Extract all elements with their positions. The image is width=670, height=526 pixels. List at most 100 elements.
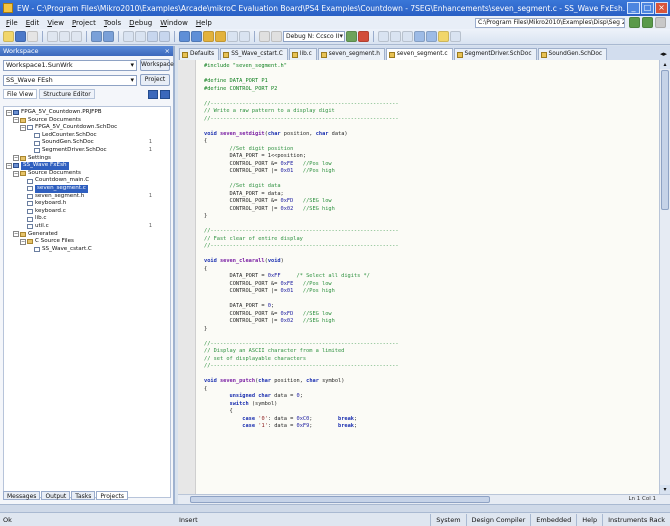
collapse-icon[interactable]: − (6, 109, 12, 116)
code-line[interactable]: { (204, 266, 659, 274)
code-line[interactable]: //--------------------------------------… (204, 341, 659, 349)
code-line[interactable]: CONTROL_PORT |= 0x01 //Pos high (204, 288, 659, 296)
maximize-button[interactable]: □ (641, 2, 654, 14)
zoom-out-icon[interactable] (159, 31, 170, 42)
code-line[interactable]: void seven_putch(char position, char sym… (204, 378, 659, 386)
tab-file-view[interactable]: File View (3, 89, 38, 99)
tree-node[interactable]: SegmentDriver.SchDoc 1 (4, 147, 170, 155)
tree-node[interactable]: − FPGA_5V_Countdown.SchDoc (4, 124, 170, 132)
code-line[interactable]: //Set digit position (204, 146, 659, 154)
open-folder-icon[interactable] (3, 31, 14, 42)
scroll-down-icon[interactable]: ▾ (660, 485, 670, 494)
code-line[interactable]: #define CONTROL_PORT P2 (204, 86, 659, 94)
tree-node[interactable]: seven_segment.h 1 (4, 193, 170, 201)
tree-node[interactable]: lib.c (4, 215, 170, 223)
code-line[interactable] (204, 221, 659, 229)
code-line[interactable]: // Fast clear of entire display (204, 236, 659, 244)
replace-icon[interactable] (135, 31, 146, 42)
wire-icon[interactable] (227, 31, 238, 42)
menu-project[interactable]: Project (68, 19, 100, 27)
close-button[interactable]: × (655, 2, 668, 14)
code-line[interactable] (204, 93, 659, 101)
bus-icon[interactable] (239, 31, 250, 42)
code-line[interactable]: case '0': data = 0xC0; break; (204, 416, 659, 424)
print-icon[interactable] (27, 31, 38, 42)
save-icon[interactable] (15, 31, 26, 42)
bookmark-icon[interactable] (438, 31, 449, 42)
menu-view[interactable]: View (43, 19, 68, 27)
build-icon[interactable] (191, 31, 202, 42)
tree-node[interactable]: − Source Documents (4, 170, 170, 178)
menu-help[interactable]: Help (192, 19, 216, 27)
menu-edit[interactable]: Edit (22, 19, 44, 27)
tree-node[interactable]: SoundGen.SchDoc 1 (4, 139, 170, 147)
document-tab[interactable]: SoundGen.SchDoc (537, 48, 608, 60)
code-line[interactable]: { (204, 386, 659, 394)
code-line[interactable]: CONTROL_PORT |= 0x02 //SEG high (204, 206, 659, 214)
code-content[interactable]: #include "seven_segment.h" #define DATA_P… (196, 60, 659, 431)
tab-tasks[interactable]: Tasks (71, 491, 96, 500)
code-line[interactable]: #define DATA_PORT P1 (204, 78, 659, 86)
help-icon[interactable] (450, 31, 461, 42)
undo-icon[interactable] (91, 31, 102, 42)
code-line[interactable]: CONTROL_PORT |= 0x01 //Pos high (204, 168, 659, 176)
zoom-in-icon[interactable] (147, 31, 158, 42)
code-line[interactable]: CONTROL_PORT &= 0xFD //SEG low (204, 198, 659, 206)
library-icon[interactable] (203, 31, 214, 42)
code-line[interactable]: // set of displayable characters (204, 356, 659, 364)
code-line[interactable]: CONTROL_PORT &= 0xFE //Pos low (204, 281, 659, 289)
step-over-icon[interactable] (390, 31, 401, 42)
code-line[interactable]: unsigned char data = 0; (204, 393, 659, 401)
tab-scroll-icon[interactable]: ◂▸ (657, 48, 670, 60)
back-icon[interactable] (629, 17, 640, 28)
document-tab[interactable]: SegmentDriver.SchDoc (453, 48, 537, 60)
code-line[interactable]: void seven_clearall(void) (204, 258, 659, 266)
collapse-icon[interactable]: − (13, 117, 19, 124)
code-line[interactable]: void seven_setdigit(char position, char … (204, 131, 659, 139)
status-design-compiler-button[interactable]: Design Compiler (465, 513, 531, 526)
tab-structure-editor[interactable]: Structure Editor (39, 89, 95, 99)
code-line[interactable] (204, 176, 659, 184)
menu-debug[interactable]: Debug (125, 19, 156, 27)
run-icon[interactable] (346, 31, 357, 42)
tab-output[interactable]: Output (41, 491, 71, 500)
minimize-button[interactable]: _ (627, 2, 640, 14)
tree-node[interactable]: − Source Documents (4, 117, 170, 125)
code-line[interactable]: DATA_PORT = data; (204, 191, 659, 199)
code-line[interactable]: DATA_PORT = 0xFF /* Select all digits */ (204, 273, 659, 281)
code-line[interactable]: DATA_PORT = 0; (204, 303, 659, 311)
menu-file[interactable]: File (2, 19, 22, 27)
code-line[interactable]: CONTROL_PORT |= 0x02 //SEG high (204, 318, 659, 326)
code-line[interactable]: } (204, 326, 659, 334)
collapse-icon[interactable]: − (13, 155, 19, 162)
tree-refresh-icon[interactable] (160, 89, 170, 99)
stop-icon[interactable] (358, 31, 369, 42)
tab-projects[interactable]: Projects (96, 491, 129, 500)
collapse-icon[interactable]: − (20, 124, 26, 131)
code-line[interactable]: CONTROL_PORT &= 0xFE //Pos low (204, 161, 659, 169)
tree-node[interactable]: LedCounter.SchDoc (4, 132, 170, 140)
tree-node[interactable]: util.c 1 (4, 223, 170, 231)
code-line[interactable]: // Display an ASCII character from a lim… (204, 348, 659, 356)
tree-node[interactable]: seven_segment.c (4, 184, 170, 193)
paste-icon[interactable] (71, 31, 82, 42)
code-line[interactable]: //--------------------------------------… (204, 243, 659, 251)
status-system-button[interactable]: System (430, 513, 465, 526)
menu-window[interactable]: Window (156, 19, 192, 27)
code-line[interactable]: } (204, 213, 659, 221)
step-into-icon[interactable] (378, 31, 389, 42)
code-line[interactable]: DATA_PORT = 1<<position; (204, 153, 659, 161)
collapse-icon[interactable]: − (13, 170, 19, 177)
document-tab[interactable]: seven_segment.h (317, 48, 385, 60)
tree-node[interactable]: − Generated (4, 231, 170, 239)
code-line[interactable]: case '1': data = 0xF9; break; (204, 423, 659, 431)
code-line[interactable] (204, 123, 659, 131)
tree-options-icon[interactable] (148, 89, 158, 99)
code-line[interactable]: CONTROL_PORT &= 0xFD //SEG low (204, 311, 659, 319)
forward-icon[interactable] (642, 17, 653, 28)
component-icon[interactable] (215, 31, 226, 42)
code-line[interactable]: // Write a raw pattern to a display digi… (204, 108, 659, 116)
code-line[interactable]: #include "seven_segment.h" (204, 63, 659, 71)
tree-node[interactable]: SS_Wave_cstart.C (4, 246, 170, 254)
code-line[interactable]: { (204, 408, 659, 416)
